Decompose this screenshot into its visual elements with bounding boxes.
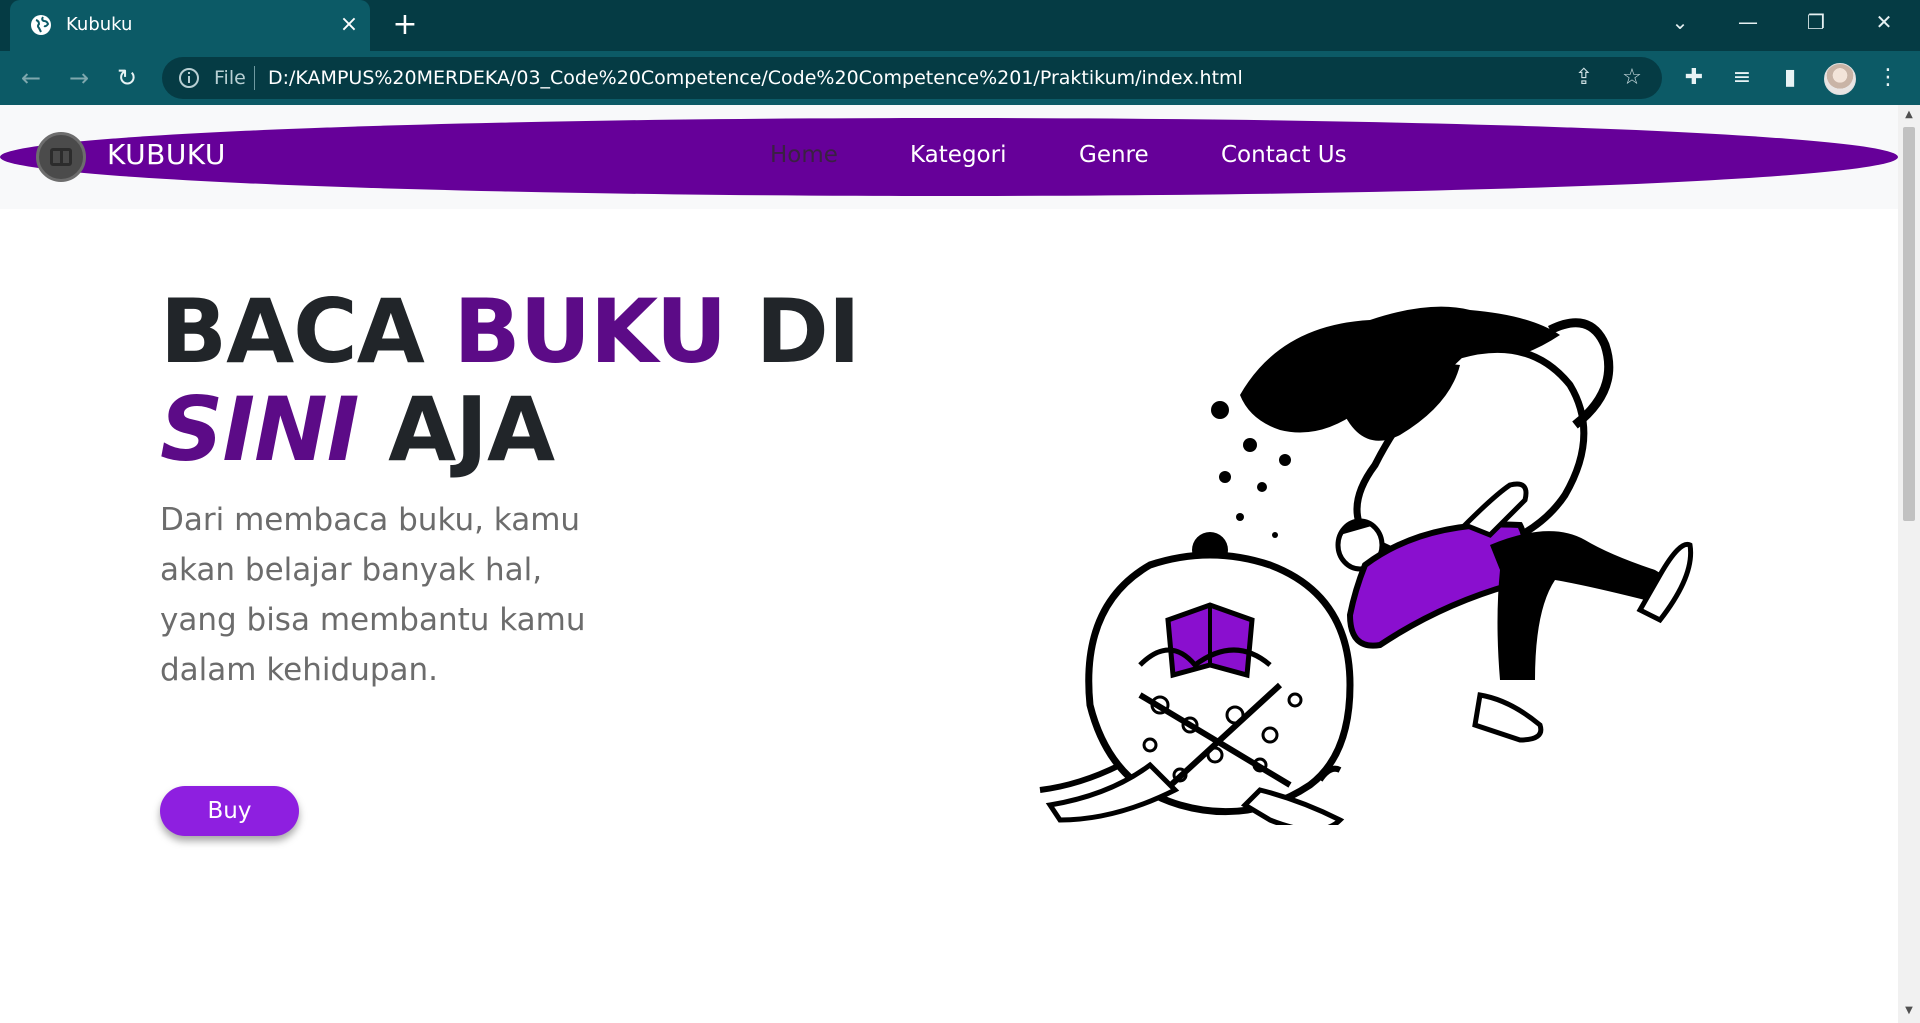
- hero-title-accent: BUKU: [453, 280, 728, 383]
- tab-search-icon[interactable]: ⌄: [1652, 0, 1708, 44]
- back-icon[interactable]: ←: [14, 61, 48, 95]
- sitting-reader-illustration: [1039, 532, 1354, 825]
- scroll-up-icon[interactable]: ▲: [1903, 109, 1915, 121]
- nav-link-home[interactable]: Home: [770, 142, 838, 168]
- close-tab-icon[interactable]: ×: [336, 12, 362, 38]
- book-icon: [50, 148, 72, 166]
- scroll-down-icon[interactable]: ▼: [1903, 1005, 1915, 1017]
- profile-avatar[interactable]: [1824, 63, 1856, 95]
- coffee-cup-illustration: [1211, 306, 1614, 561]
- navbar-strip: KUBUKU Home Kategori Genre Contact Us: [0, 105, 1898, 209]
- reading-list-icon[interactable]: ≡: [1728, 64, 1756, 92]
- new-tab-button[interactable]: +: [390, 10, 420, 40]
- nav-link-contact-us[interactable]: Contact Us: [1221, 142, 1347, 168]
- menu-icon[interactable]: ⋮: [1874, 64, 1902, 92]
- hero-title-part3: AJA: [358, 378, 555, 481]
- info-icon[interactable]: [178, 67, 200, 89]
- page-viewport: KUBUKU Home Kategori Genre Contact Us BA…: [0, 105, 1898, 1023]
- hero-title-part1: BACA: [160, 280, 454, 383]
- restore-icon[interactable]: ❐: [1788, 0, 1844, 44]
- minimize-icon[interactable]: —: [1720, 0, 1776, 44]
- scrollbar-thumb[interactable]: [1903, 127, 1915, 521]
- address-bar[interactable]: File D:/KAMPUS%20MERDEKA/03_Code%20Compe…: [162, 57, 1662, 99]
- forward-icon[interactable]: →: [62, 61, 96, 95]
- extensions-icon[interactable]: ✚: [1680, 64, 1708, 92]
- star-icon[interactable]: ☆: [1620, 66, 1644, 90]
- tab-title: Kubuku: [66, 14, 133, 35]
- close-window-icon[interactable]: ✕: [1856, 0, 1912, 44]
- share-icon[interactable]: ⇪: [1572, 66, 1596, 90]
- navbar: KUBUKU Home Kategori Genre Contact Us: [0, 118, 1898, 196]
- page-scrollbar[interactable]: ▲ ▼: [1898, 105, 1920, 1023]
- address-scheme: File: [214, 67, 246, 89]
- hero-title-part2: DI: [726, 280, 861, 383]
- hero-description: Dari membaca buku, kamu akan belajar ban…: [160, 502, 586, 688]
- globe-icon: [31, 15, 51, 35]
- address-divider: [254, 66, 255, 90]
- hero-title: BACA BUKU DI SINI AJA: [160, 283, 920, 479]
- brand-name[interactable]: KUBUKU: [107, 138, 226, 171]
- nav-link-kategori[interactable]: Kategori: [910, 142, 1006, 168]
- brand-logo[interactable]: [36, 132, 86, 182]
- sidepanel-icon[interactable]: ▮: [1776, 64, 1804, 92]
- reload-icon[interactable]: ↻: [110, 61, 144, 95]
- buy-button[interactable]: Buy: [160, 786, 299, 836]
- hero-title-italic: SINI: [160, 378, 360, 481]
- reading-illustration: [1039, 306, 1694, 825]
- browser-tab-strip: Kubuku × + ⌄ — ❐ ✕: [0, 0, 1920, 51]
- nav-link-genre[interactable]: Genre: [1079, 142, 1149, 168]
- address-url[interactable]: D:/KAMPUS%20MERDEKA/03_Code%20Competence…: [268, 67, 1243, 89]
- browser-tab[interactable]: Kubuku ×: [10, 0, 370, 51]
- browser-toolbar: ← → ↻ File D:/KAMPUS%20MERDEKA/03_Code%2…: [0, 51, 1920, 105]
